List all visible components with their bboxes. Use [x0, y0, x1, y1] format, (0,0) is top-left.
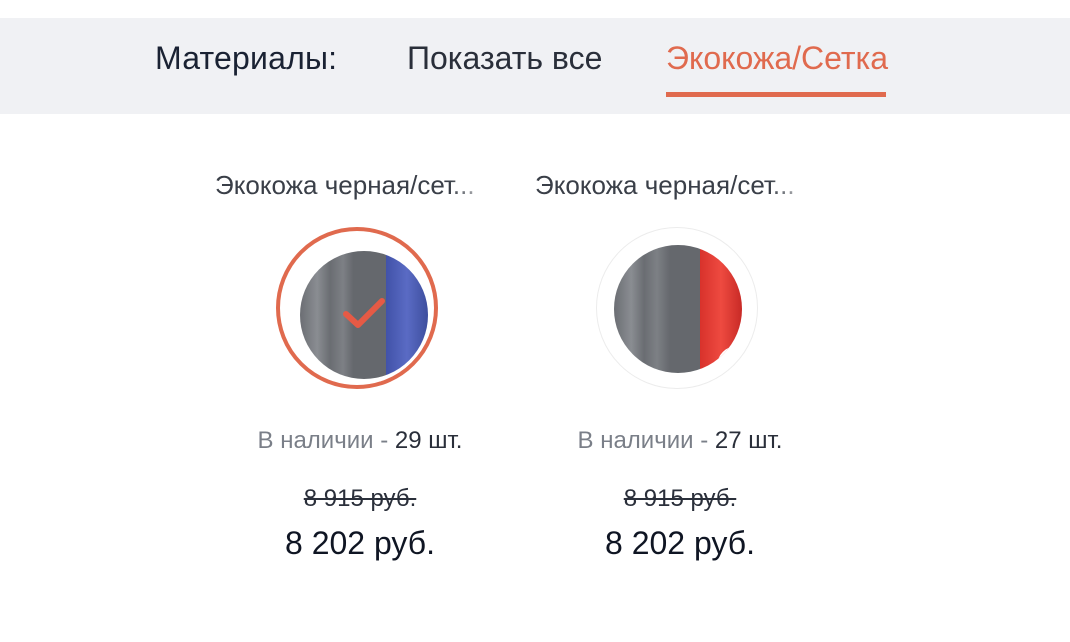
color-swatch[interactable] [596, 227, 758, 389]
stock-availability: В наличии - 29 шт. [210, 427, 510, 455]
materials-filter-label: Материалы: [155, 40, 338, 76]
stock-label: В наличии - [577, 427, 715, 454]
stock-quantity: 29 шт. [394, 427, 463, 454]
tab-show-all[interactable]: Показать все [407, 40, 602, 77]
materials-filter-bar: Материалы: Показать все Экокожа/Сетка [0, 18, 1070, 114]
material-swatch-image[interactable] [300, 251, 428, 379]
current-price: 8 202 руб. [285, 525, 435, 561]
stock-label: В наличии - [257, 427, 395, 454]
stock-availability: В наличии - 27 шт. [530, 427, 830, 455]
current-price: 8 202 руб. [605, 525, 755, 561]
tab-ecoleather-mesh[interactable]: Экокожа/Сетка [666, 40, 888, 77]
old-price: 8 915 руб. [623, 485, 737, 512]
check-icon [343, 298, 385, 328]
search-icon [725, 354, 742, 373]
old-price: 8 915 руб. [303, 485, 417, 512]
search-icon [414, 363, 428, 379]
stock-quantity: 27 шт. [714, 427, 783, 454]
material-swatch-image[interactable] [614, 245, 742, 373]
active-tab-underline [666, 92, 886, 97]
color-swatch-selected[interactable] [276, 227, 438, 389]
